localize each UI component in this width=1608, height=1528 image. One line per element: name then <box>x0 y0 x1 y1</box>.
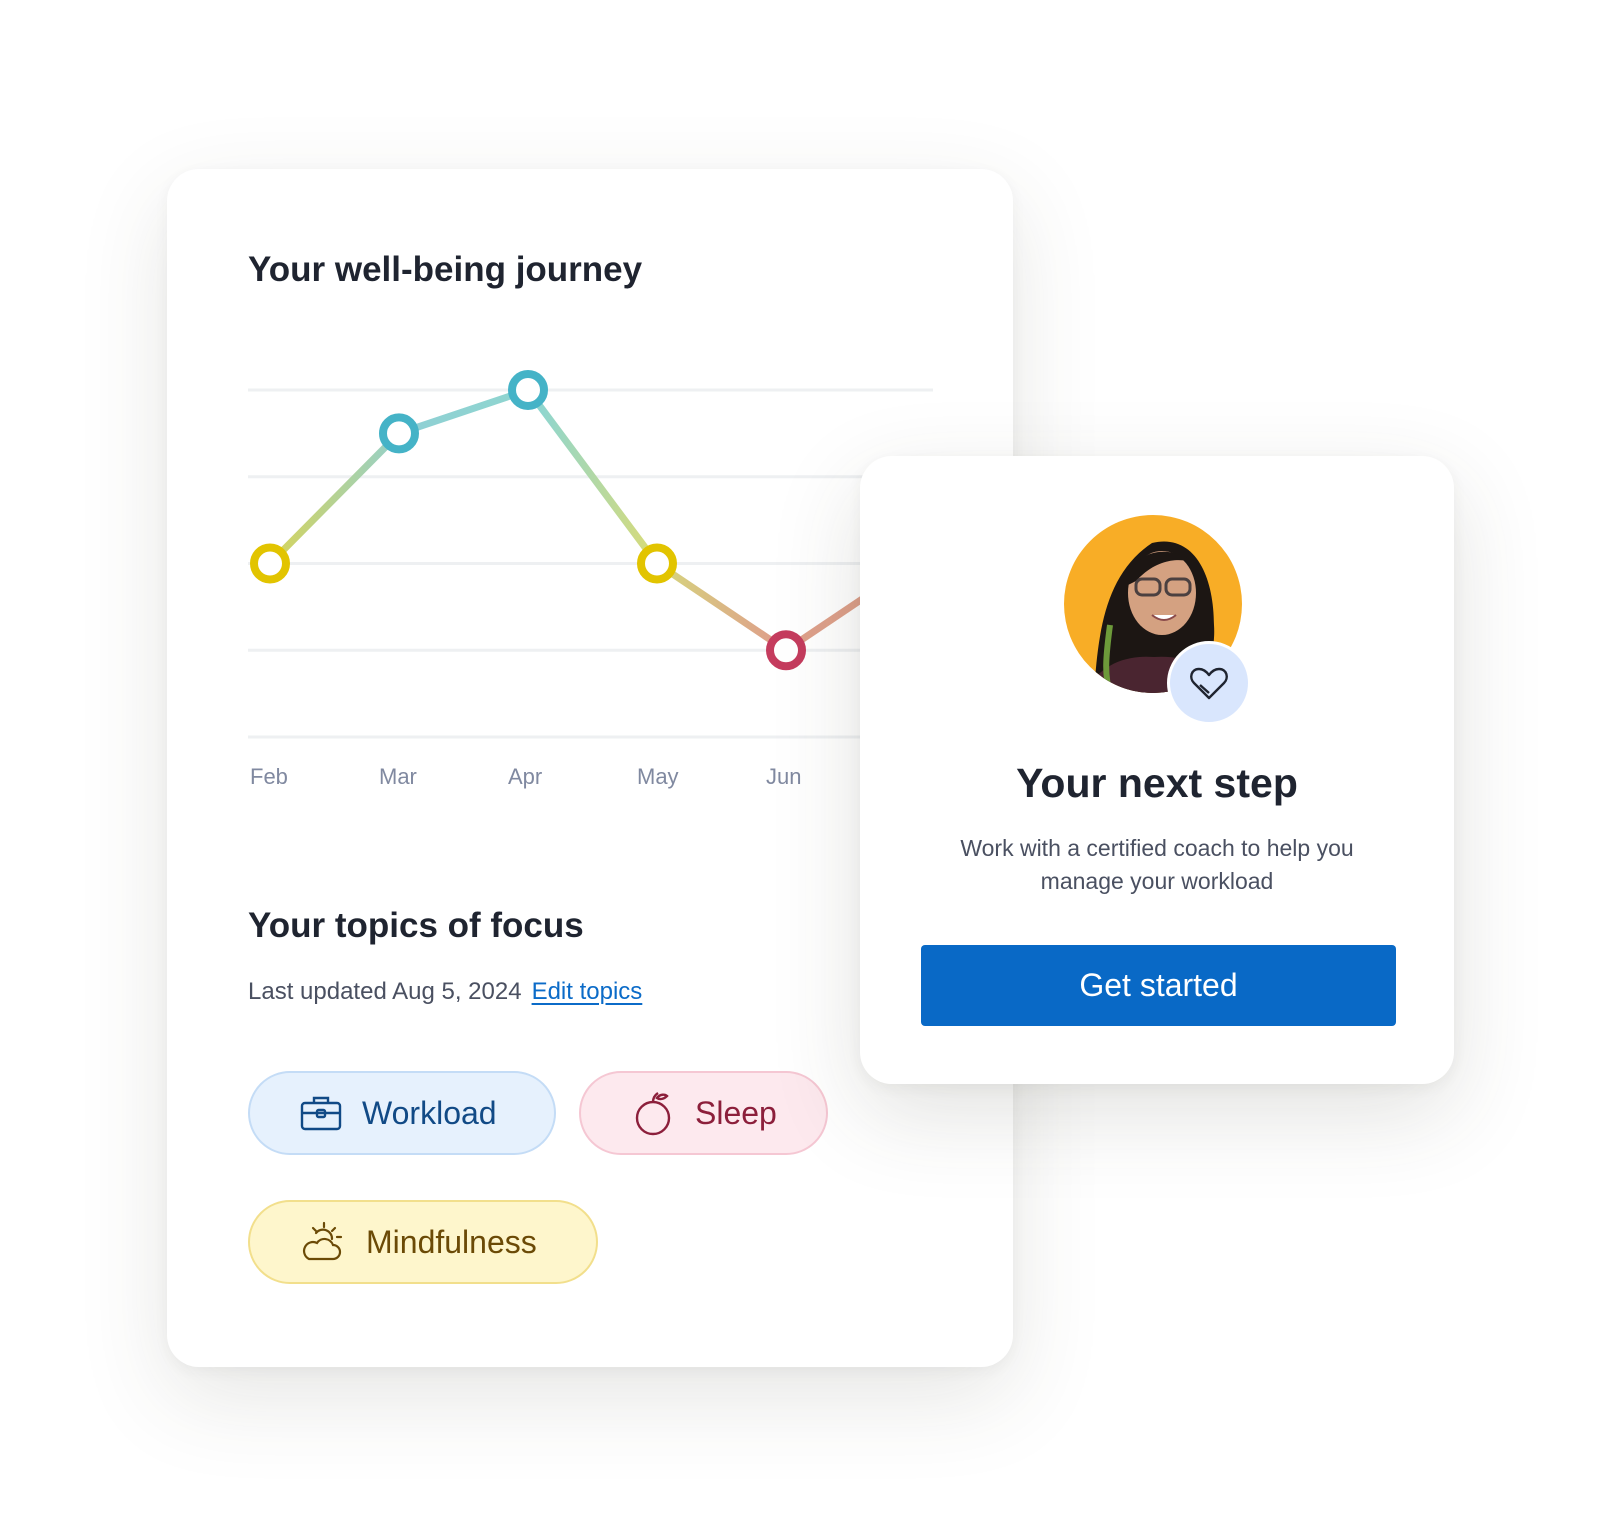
x-tick-label: Feb <box>250 764 288 789</box>
data-point-mar <box>379 413 419 454</box>
data-point-apr <box>508 370 548 410</box>
data-point-feb <box>250 543 290 584</box>
next-step-title: Your next step <box>1016 760 1298 806</box>
topic-label: Workload <box>362 1094 497 1131</box>
series-line <box>266 386 919 654</box>
heart-icon <box>1190 667 1228 700</box>
topic-chip-mindfulness[interactable]: Mindfulness <box>248 1200 598 1284</box>
last-updated-row: Last updated Aug 5, 2024 Edit topics <box>248 978 642 1006</box>
topic-label: Sleep <box>695 1094 777 1131</box>
data-point-jun <box>766 630 806 671</box>
x-tick-label: May <box>637 764 679 789</box>
sun-cloud-icon <box>302 1221 343 1261</box>
x-tick-label: Apr <box>508 764 543 789</box>
briefcase-icon <box>300 1096 342 1131</box>
x-tick-label: Mar <box>379 764 417 789</box>
chart-gridlines <box>248 388 933 739</box>
next-step-description: Work with a certified coach to help you … <box>960 835 1354 894</box>
edit-topics-link[interactable]: Edit topics <box>532 978 643 1005</box>
topic-chip-sleep[interactable]: Sleep <box>579 1071 828 1155</box>
topic-chip-workload[interactable]: Workload <box>248 1071 556 1155</box>
apple-icon <box>635 1092 671 1136</box>
focus-title: Your topics of focus <box>248 906 584 945</box>
get-started-button[interactable]: Get started <box>921 945 1396 1026</box>
x-tick-label: Jun <box>766 764 802 789</box>
heart-badge <box>1167 641 1251 725</box>
data-point-may <box>637 543 677 584</box>
topic-label: Mindfulness <box>366 1223 537 1260</box>
last-updated-text: Last updated Aug 5, 2024 <box>248 978 522 1005</box>
